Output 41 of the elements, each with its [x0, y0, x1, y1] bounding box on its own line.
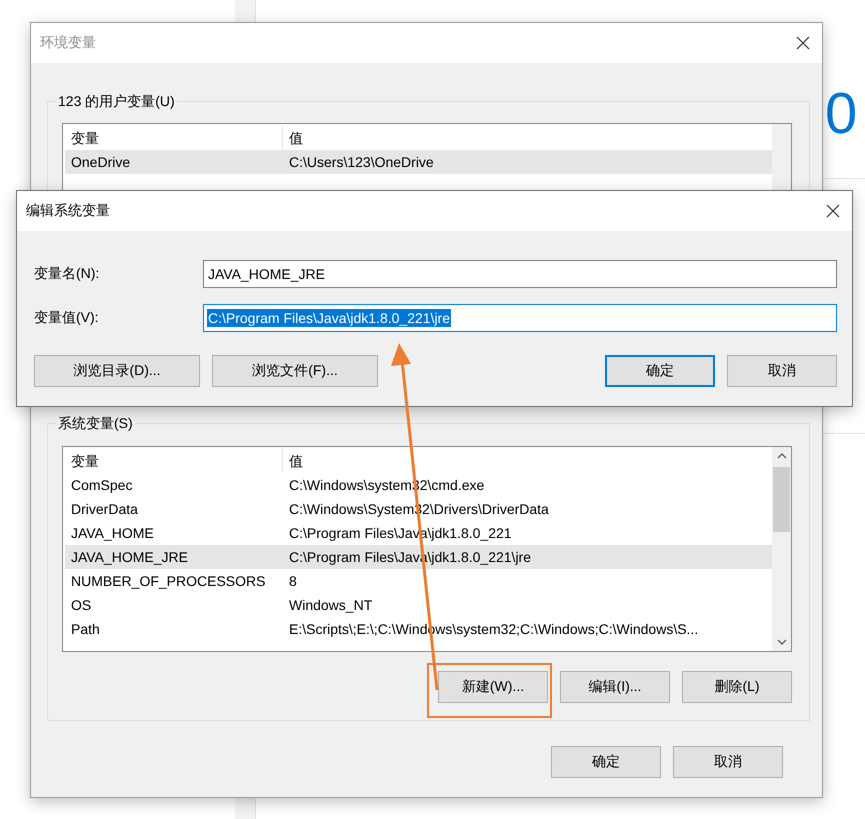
- close-icon[interactable]: [826, 204, 840, 218]
- table-cell-text: ComSpec: [70, 477, 134, 493]
- dialog-button[interactable]: 确定: [551, 746, 661, 778]
- table-row[interactable]: OS Windows_NT: [65, 593, 772, 617]
- scroll-down-icon[interactable]: [776, 639, 786, 645]
- table-cell-text: OS: [70, 597, 92, 613]
- column-header[interactable]: 值: [283, 126, 303, 150]
- dialog-button[interactable]: 取消: [673, 746, 783, 778]
- table-cell-text: Path: [70, 621, 101, 637]
- field-label: 变量名(N):: [34, 265, 100, 283]
- column-header[interactable]: 值: [283, 449, 303, 473]
- table-cell-text: JAVA_HOME_JRE: [70, 549, 189, 565]
- table-cell-text: C:\Users\123\OneDrive: [288, 154, 434, 170]
- table-cell-text: NUMBER_OF_PROCESSORS: [70, 573, 266, 589]
- input-field[interactable]: C:\Program Files\Java\jdk1.8.0_221\jre: [203, 304, 837, 332]
- column-header[interactable]: 变量: [65, 449, 283, 473]
- dialog-button[interactable]: 删除(L): [682, 671, 792, 703]
- dialog-button[interactable]: 编辑(I)...: [560, 671, 670, 703]
- table-cell-text: JAVA_HOME: [70, 525, 155, 541]
- dialog-button[interactable]: 取消: [727, 355, 837, 387]
- dialog-button[interactable]: 浏览目录(D)...: [34, 355, 200, 387]
- window-title: 编辑系统变量: [26, 202, 110, 220]
- field-label: 变量值(V):: [34, 309, 100, 327]
- group-label: 123 的用户变量(U): [57, 93, 176, 109]
- table-cell-text: Windows_NT: [288, 597, 372, 613]
- large-number: 0: [825, 82, 858, 146]
- close-icon[interactable]: [796, 36, 810, 50]
- scrollbar[interactable]: [772, 447, 791, 651]
- table-row[interactable]: OneDrive C:\Users\123\OneDrive: [65, 150, 772, 174]
- table-cell-text: DriverData: [70, 501, 139, 517]
- dialog-button[interactable]: 新建(W)...: [438, 671, 548, 703]
- window-title: 环境变量: [40, 34, 96, 52]
- dialog-button[interactable]: 浏览文件(F)...: [212, 355, 378, 387]
- group-label: 系统变量(S): [57, 415, 134, 431]
- input-field[interactable]: JAVA_HOME_JRE: [203, 260, 837, 288]
- table-row[interactable]: NUMBER_OF_PROCESSORS 8: [65, 569, 772, 593]
- scroll-thumb[interactable]: [773, 467, 790, 532]
- scroll-up-icon[interactable]: [776, 453, 786, 459]
- table-cell-text: OneDrive: [70, 154, 132, 170]
- dialog-button[interactable]: 确定: [605, 355, 715, 387]
- table-cell-text: 8: [288, 573, 297, 589]
